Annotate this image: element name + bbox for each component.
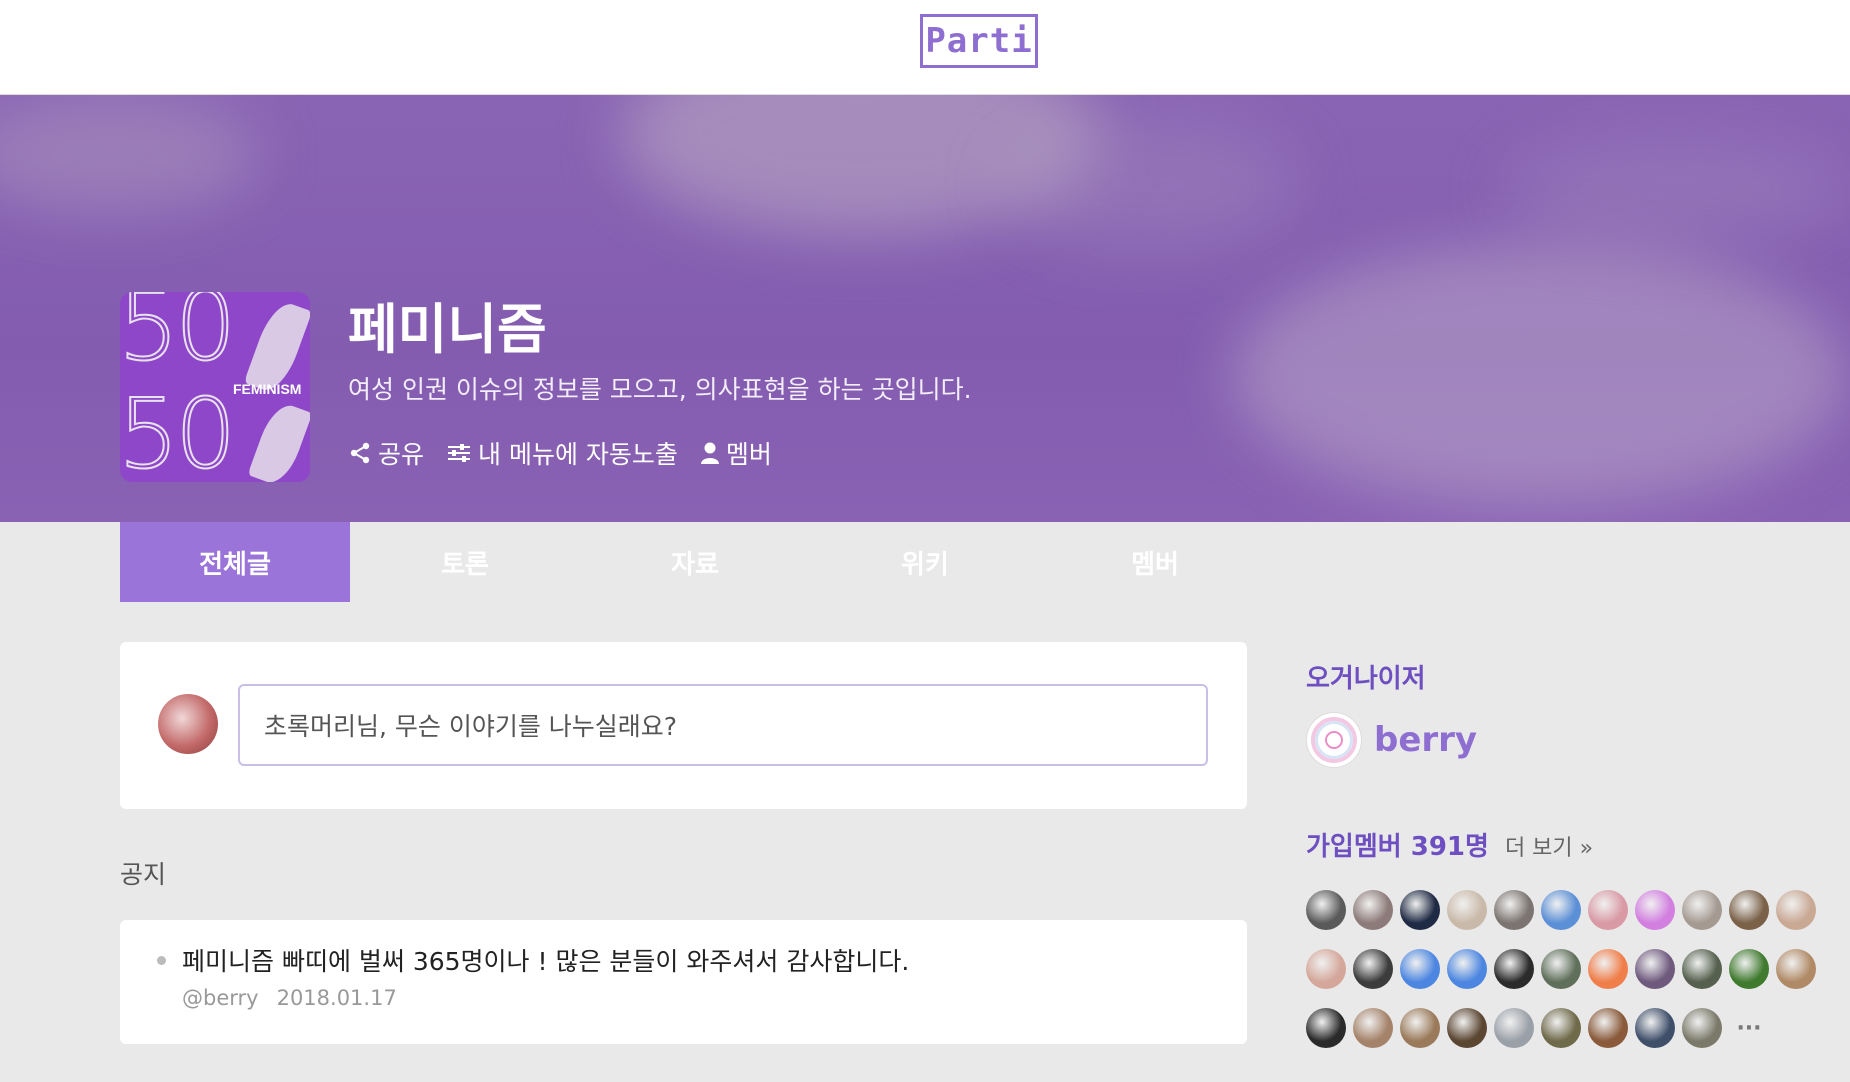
compose-box: 초록머리님, 무슨 이야기를 나누실래요? (120, 642, 1247, 809)
group-tabs: 전체글 토론 자료 위키 멤버 (120, 522, 1270, 602)
member-avatar[interactable] (1353, 890, 1393, 930)
member-avatar[interactable] (1494, 949, 1534, 989)
group-actions: 공유 내 메뉴에 자동노출 멤버 (348, 435, 772, 471)
share-icon (350, 442, 370, 464)
group-description: 여성 인권 이슈의 정보를 모으고, 의사표현을 하는 곳입니다. (348, 375, 972, 404)
member-avatar[interactable] (1635, 1008, 1675, 1048)
member-avatar[interactable] (1353, 1008, 1393, 1048)
member-avatar[interactable] (1588, 949, 1628, 989)
thumbnail-swoosh (247, 399, 310, 482)
group-hero: 50 50 FEMINISM 페미니즘 여성 인권 이슈의 정보를 모으고, 의… (0, 95, 1850, 522)
member-avatar[interactable] (1353, 949, 1393, 989)
member-avatar[interactable] (1682, 890, 1722, 930)
member-button[interactable]: 멤버 (700, 435, 772, 471)
member-avatar[interactable] (1494, 890, 1534, 930)
sliders-icon (448, 444, 471, 462)
hero-blur-decoration (1000, 115, 1300, 255)
member-avatar[interactable] (1306, 1008, 1346, 1048)
member-avatar[interactable] (1682, 1008, 1722, 1048)
member-avatar[interactable] (1306, 890, 1346, 930)
share-label: 공유 (378, 440, 425, 469)
member-avatar[interactable] (1541, 1008, 1581, 1048)
notice-section-label: 공지 (120, 860, 167, 889)
tab-all-posts[interactable]: 전체글 (120, 522, 350, 602)
notice-date: 2018.01.17 (276, 986, 397, 1010)
member-avatar-grid: ··· (1306, 890, 1846, 1048)
member-avatar[interactable] (1635, 949, 1675, 989)
member-avatar[interactable] (1447, 890, 1487, 930)
tab-wiki[interactable]: 위키 (810, 522, 1040, 602)
member-avatar[interactable] (1447, 949, 1487, 989)
notice-card: 페미니즘 빠띠에 벌써 365명이나 ! 많은 분들이 와주셔서 감사합니다. … (120, 920, 1247, 1044)
member-avatar[interactable] (1400, 1008, 1440, 1048)
member-avatar[interactable] (1494, 1008, 1534, 1048)
organizer-heading: 오거나이저 (1306, 664, 1426, 694)
members-heading: 가입멤버 391명 (1306, 832, 1489, 862)
auto-menu-button[interactable]: 내 메뉴에 자동노출 (446, 435, 678, 471)
notice-meta: @berry 2018.01.17 (182, 986, 397, 1010)
group-title: 페미니즘 (348, 298, 547, 361)
member-label: 멤버 (725, 440, 772, 469)
tab-members[interactable]: 멤버 (1040, 522, 1270, 602)
member-avatar[interactable] (1682, 949, 1722, 989)
members-header: 가입멤버 391명 더 보기 » (1306, 826, 1593, 863)
notice-author[interactable]: @berry (182, 986, 259, 1010)
group-thumbnail: 50 50 FEMINISM (120, 292, 310, 482)
member-avatar[interactable] (1541, 890, 1581, 930)
member-avatar[interactable] (1776, 890, 1816, 930)
auto-menu-label: 내 메뉴에 자동노출 (478, 440, 678, 469)
member-avatar[interactable] (1541, 949, 1581, 989)
member-avatar[interactable] (1588, 890, 1628, 930)
see-more-link[interactable]: 더 보기 » (1505, 830, 1593, 862)
hero-blur-decoration (1500, 135, 1850, 245)
top-navbar: Parti (0, 0, 1850, 95)
member-avatar[interactable] (1729, 890, 1769, 930)
hero-blur-decoration (1230, 245, 1850, 505)
tab-resources[interactable]: 자료 (580, 522, 810, 602)
current-user-avatar[interactable] (158, 694, 218, 754)
member-avatar[interactable] (1306, 949, 1346, 989)
bullet-icon (157, 956, 166, 965)
user-icon (700, 442, 719, 464)
organizer-avatar[interactable] (1306, 712, 1362, 768)
thumbnail-number-bottom: 50 (120, 377, 237, 482)
share-button[interactable]: 공유 (348, 435, 424, 471)
organizer-name[interactable]: berry (1374, 720, 1477, 760)
organizer-item[interactable]: berry (1306, 712, 1477, 768)
member-avatar[interactable] (1400, 890, 1440, 930)
parti-logo[interactable]: Parti (920, 14, 1038, 68)
thumbnail-number-top: 50 (120, 292, 237, 383)
thumbnail-label: FEMINISM (233, 381, 302, 397)
member-avatar[interactable] (1400, 949, 1440, 989)
notice-title-link[interactable]: 페미니즘 빠띠에 벌써 365명이나 ! 많은 분들이 와주셔서 감사합니다. (182, 942, 909, 978)
hero-blur-decoration (0, 95, 260, 215)
member-avatar[interactable] (1447, 1008, 1487, 1048)
compose-input[interactable]: 초록머리님, 무슨 이야기를 나누실래요? (238, 684, 1208, 766)
member-avatar[interactable] (1635, 890, 1675, 930)
avatar-core (1325, 731, 1343, 749)
member-avatar[interactable] (1588, 1008, 1628, 1048)
more-members-icon[interactable]: ··· (1729, 1008, 1769, 1048)
member-avatar[interactable] (1776, 949, 1816, 989)
member-avatar[interactable] (1729, 949, 1769, 989)
tab-discussion[interactable]: 토론 (350, 522, 580, 602)
